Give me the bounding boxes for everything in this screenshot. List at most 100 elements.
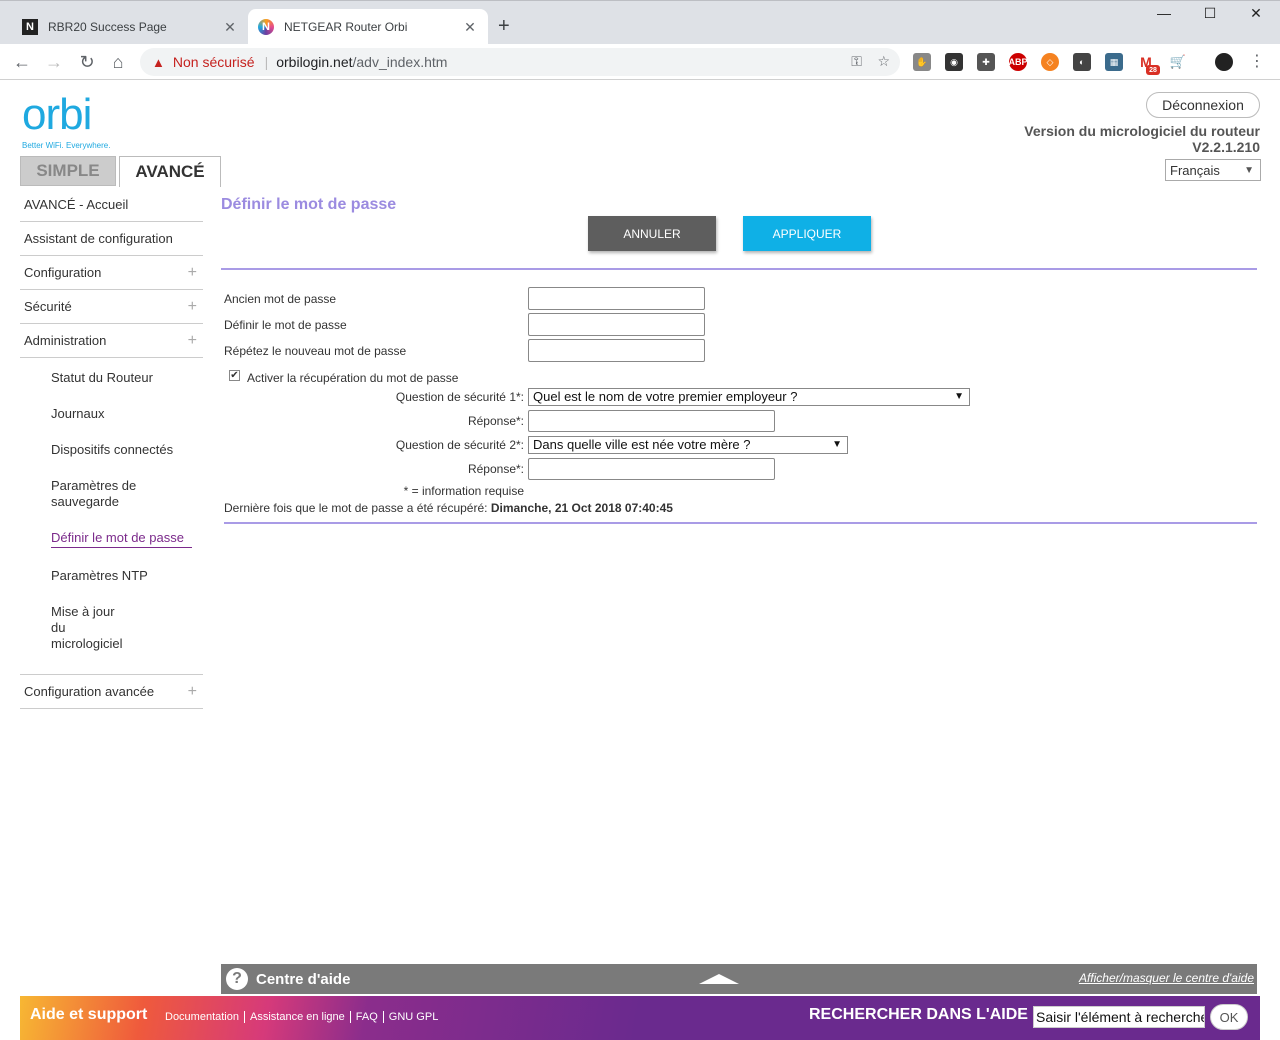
help-center-title: Centre d'aide <box>256 971 351 988</box>
footer-links: Documentation Assistance en ligne FAQ GN… <box>160 1011 443 1023</box>
extension-hand-icon[interactable]: ✋ <box>913 53 931 71</box>
router-page: orbi Better WiFi. Everywhere. Déconnexio… <box>0 81 1280 1040</box>
extension-honey-icon[interactable]: ◇ <box>1041 53 1059 71</box>
repeat-password-input[interactable] <box>528 339 705 362</box>
url-actions: ⚿ ☆ <box>851 53 890 70</box>
submenu-backup-settings[interactable]: Paramètres de sauvegarde <box>20 478 140 510</box>
expand-plus-icon[interactable]: + <box>188 332 197 350</box>
answer1-input[interactable] <box>528 410 775 432</box>
old-password-input[interactable] <box>528 287 705 310</box>
submenu-ntp-settings[interactable]: Paramètres NTP <box>20 568 203 584</box>
sidebar-item-configuration[interactable]: Configuration + <box>20 256 203 290</box>
divider <box>224 522 1257 524</box>
chevron-down-icon: ▼ <box>1244 164 1254 176</box>
extension-bulb-icon[interactable]: ◐ <box>1073 53 1091 71</box>
url-domain: orbilogin.net <box>276 54 353 70</box>
minimize-icon[interactable]: — <box>1141 5 1187 21</box>
sidebar: AVANCÉ - Accueil Assistant de configurat… <box>20 188 203 709</box>
tab-title: NETGEAR Router Orbi <box>284 20 408 34</box>
submenu-connected-devices[interactable]: Dispositifs connectés <box>20 442 203 458</box>
link-online-support[interactable]: Assistance en ligne <box>244 1011 350 1023</box>
extension-puzzle-icon[interactable]: ✚ <box>977 53 995 71</box>
expand-plus-icon[interactable]: + <box>188 264 197 282</box>
tab-advanced[interactable]: AVANCÉ <box>119 156 221 187</box>
search-ok-button[interactable]: OK <box>1210 1004 1248 1030</box>
firmware-label: Version du micrologiciel du routeur <box>1024 123 1260 139</box>
home-icon[interactable]: ⌂ <box>106 50 130 74</box>
maximize-icon[interactable]: ☐ <box>1187 5 1233 22</box>
warning-triangle-icon: ▲ <box>152 54 165 70</box>
tab-rbr20-success[interactable]: N RBR20 Success Page ✕ <box>12 9 248 45</box>
question1-select[interactable]: Quel est le nom de votre premier employe… <box>528 388 970 406</box>
administration-submenu: Statut du Routeur Journaux Dispositifs c… <box>20 358 203 675</box>
extension-image-icon[interactable]: ▦ <box>1105 53 1123 71</box>
address-bar[interactable]: ▲ Non sécurisé | orbilogin.net/adv_index… <box>140 48 900 76</box>
tab-simple[interactable]: SIMPLE <box>20 156 116 186</box>
tab-title: RBR20 Success Page <box>48 20 167 34</box>
help-toggle-link[interactable]: Afficher/masquer le centre d'aide <box>1079 971 1254 985</box>
submenu-logs[interactable]: Journaux <box>20 406 203 422</box>
star-icon[interactable]: ☆ <box>877 53 890 69</box>
link-gnu-gpl[interactable]: GNU GPL <box>382 1011 444 1023</box>
expand-plus-icon[interactable]: + <box>188 683 197 701</box>
close-icon[interactable]: ✕ <box>222 19 238 36</box>
sidebar-item-setup-wizard[interactable]: Assistant de configuration <box>20 222 203 256</box>
sidebar-item-label: Administration <box>24 333 107 348</box>
sidebar-item-advanced-config[interactable]: Configuration avancée + <box>20 675 203 709</box>
help-search-label: RECHERCHER DANS L'AIDE <box>809 1006 1028 1023</box>
help-question-icon: ? <box>226 968 248 990</box>
page-title: Définir le mot de passe <box>221 196 397 213</box>
question2-select[interactable]: Dans quelle ville est née votre mère ? ▼ <box>528 436 848 454</box>
sidebar-item-security[interactable]: Sécurité + <box>20 290 203 324</box>
last-recovered-label: Dernière fois que le mot de passe a été … <box>224 501 488 515</box>
submenu-label: Définir le mot de passe <box>51 530 192 548</box>
forward-arrow-icon[interactable]: → <box>42 50 66 74</box>
orbi-favicon-icon: N <box>258 19 274 35</box>
back-arrow-icon[interactable]: ← <box>10 50 34 74</box>
profile-avatar[interactable] <box>1215 53 1233 71</box>
adblock-icon[interactable]: ABP <box>1009 53 1028 71</box>
apply-button[interactable]: APPLIQUER <box>743 216 871 251</box>
sidebar-item-advanced-home[interactable]: AVANCÉ - Accueil <box>20 188 203 222</box>
submenu-set-password[interactable]: Définir le mot de passe <box>20 530 203 548</box>
reload-icon[interactable]: ↻ <box>75 50 99 74</box>
sidebar-item-administration[interactable]: Administration + <box>20 324 203 358</box>
new-password-input[interactable] <box>528 313 705 336</box>
submenu-firmware-update[interactable]: Mise à jour du micrologiciel <box>20 604 130 652</box>
new-tab-plus-icon[interactable]: + <box>498 15 510 38</box>
close-window-icon[interactable]: ✕ <box>1233 5 1279 22</box>
answer1-label: Réponse*: <box>467 414 524 428</box>
question2-label: Question de sécurité 2*: <box>395 438 524 452</box>
logo-word: orbi <box>22 90 92 139</box>
tab-netgear-orbi[interactable]: N NETGEAR Router Orbi ✕ <box>248 9 488 45</box>
link-faq[interactable]: FAQ <box>349 1011 383 1023</box>
key-icon[interactable]: ⚿ <box>851 53 862 69</box>
answer2-input[interactable] <box>528 458 775 480</box>
expand-arrow-icon[interactable] <box>699 974 739 984</box>
question1-label: Question de sécurité 1*: <box>395 390 524 404</box>
support-footer: Aide et support Documentation Assistance… <box>20 996 1260 1040</box>
required-note: * = information requise <box>403 484 524 498</box>
extension-glasses-icon[interactable]: ◉ <box>945 53 963 71</box>
sidebar-item-label: Configuration avancée <box>24 684 155 699</box>
sidebar-item-label: Configuration <box>24 265 102 280</box>
link-documentation[interactable]: Documentation <box>160 1011 244 1023</box>
new-password-label: Définir le mot de passe <box>224 318 347 332</box>
language-select[interactable]: Français ▼ <box>1165 159 1261 181</box>
menu-dots-icon[interactable]: ⋮ <box>1245 50 1269 74</box>
cancel-button[interactable]: ANNULER <box>588 216 716 251</box>
orbi-logo: orbi Better WiFi. Everywhere. <box>22 90 110 151</box>
divider <box>221 268 1257 270</box>
close-icon[interactable]: ✕ <box>462 19 478 36</box>
url-path: /adv_index.htm <box>352 54 448 70</box>
firmware-info: Version du micrologiciel du routeur V2.2… <box>1024 123 1260 155</box>
help-search-input[interactable] <box>1033 1006 1205 1028</box>
recovery-checkbox[interactable]: ✔ <box>229 370 240 381</box>
old-password-label: Ancien mot de passe <box>224 292 337 306</box>
logout-button[interactable]: Déconnexion <box>1146 92 1260 118</box>
repeat-password-label: Répétez le nouveau mot de passe <box>224 344 407 358</box>
cart-icon[interactable]: 🛒 <box>1169 53 1187 71</box>
submenu-router-status[interactable]: Statut du Routeur <box>20 370 203 386</box>
security-status[interactable]: Non sécurisé <box>173 54 255 70</box>
expand-plus-icon[interactable]: + <box>188 298 197 316</box>
